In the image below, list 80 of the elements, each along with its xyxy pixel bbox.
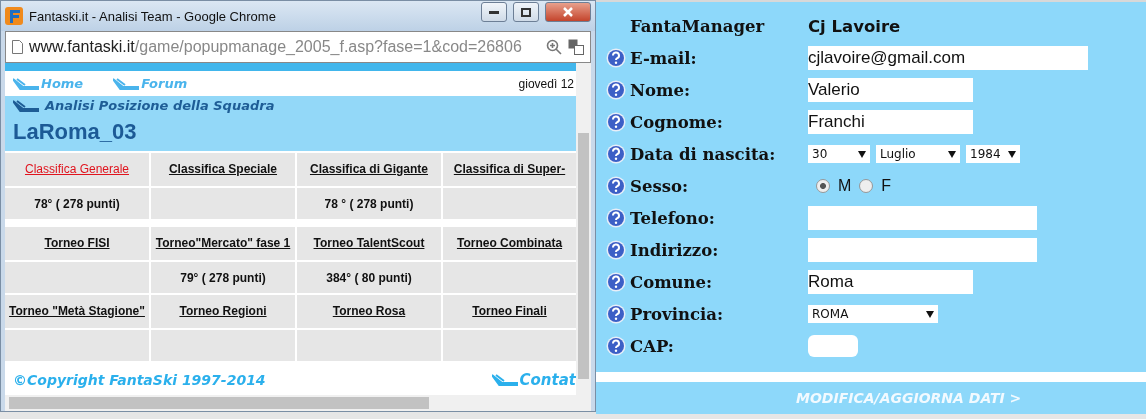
- dropdown[interactable]: Luglio: [876, 145, 960, 163]
- swoosh-icon: [491, 374, 518, 386]
- help-icon[interactable]: [606, 336, 626, 356]
- field-label: CAP:: [630, 336, 675, 356]
- help-icon[interactable]: [606, 208, 626, 228]
- radio-button[interactable]: [816, 179, 830, 193]
- dropdown-caret-icon: [948, 150, 956, 158]
- ranking-link[interactable]: Torneo Regioni: [179, 304, 267, 319]
- help-icon[interactable]: [606, 176, 626, 196]
- zoom-icon[interactable]: [546, 39, 562, 55]
- dropdown[interactable]: ROMA: [808, 305, 938, 323]
- help-icon[interactable]: [606, 272, 626, 292]
- ranking-link[interactable]: Torneo Combinata: [456, 236, 563, 251]
- horizontal-scrollbar[interactable]: [5, 395, 591, 411]
- ranking-value: 78 ° ( 278 punti): [324, 196, 414, 211]
- field-label: Data di nascita:: [630, 144, 777, 164]
- maximize-button[interactable]: [513, 2, 539, 22]
- page-icon: [12, 40, 23, 54]
- ranking-value: 384° ( 80 punti): [326, 270, 412, 285]
- address-bar[interactable]: www.fantaski.it/game/popupmanage_2005_f.asp?fase=1&cod=26806: [5, 31, 591, 63]
- input-field[interactable]: [808, 238, 1037, 262]
- logo-icon: [5, 7, 23, 25]
- team-name: LaRoma_03: [13, 119, 138, 145]
- minimize-button[interactable]: [481, 2, 507, 22]
- help-icon[interactable]: [606, 240, 626, 260]
- email-field[interactable]: cjlavoire@gmail.com: [808, 46, 1088, 70]
- text-field[interactable]: Roma: [808, 270, 973, 294]
- field-label: Sesso:: [630, 176, 690, 196]
- text-field[interactable]: Valerio: [808, 78, 973, 102]
- ranking-link[interactable]: Torneo "Metà Stagione": [9, 304, 145, 319]
- field-label: Provincia:: [630, 304, 725, 324]
- redacted-field: [808, 335, 858, 357]
- field-label: Cognome:: [630, 112, 724, 132]
- translate-icon[interactable]: [568, 39, 584, 55]
- field-label: Indirizzo:: [630, 240, 720, 260]
- date-text: giovedì 12: [518, 76, 574, 91]
- copyright-text: ©Copyright FantaSki 1997-2014: [13, 372, 266, 388]
- help-icon[interactable]: [606, 112, 626, 132]
- ranking-link[interactable]: Torneo Finali: [472, 304, 547, 319]
- field-label: Comune:: [630, 272, 714, 292]
- help-icon[interactable]: [606, 80, 626, 100]
- ranking-link[interactable]: Torneo FISI: [44, 236, 110, 251]
- close-button[interactable]: [545, 2, 591, 22]
- input-field[interactable]: [808, 206, 1037, 230]
- help-icon[interactable]: [606, 48, 626, 68]
- minimize-icon: [489, 10, 499, 14]
- field-label: FantaManager: [630, 16, 766, 36]
- ranking-link[interactable]: Classifica Speciale: [168, 162, 278, 177]
- text-field[interactable]: Franchi: [808, 110, 973, 134]
- dropdown-caret-icon: [858, 150, 866, 158]
- dropdown[interactable]: 30: [808, 145, 870, 163]
- ranking-link[interactable]: Classifica di Super-: [453, 162, 566, 177]
- ranking-link[interactable]: Torneo"Mercato" fase 1: [155, 236, 291, 251]
- maximize-icon: [521, 7, 531, 17]
- field-label: Telefono:: [630, 208, 716, 228]
- radio-label: M: [838, 177, 852, 195]
- ranking-link[interactable]: Torneo Rosa: [332, 304, 406, 319]
- dropdown-caret-icon: [1008, 150, 1016, 158]
- field-label: Nome:: [630, 80, 692, 100]
- field-label: E-mail:: [630, 48, 698, 68]
- radio-label: F: [881, 177, 892, 195]
- vertical-scrollbar[interactable]: [576, 63, 591, 395]
- ranking-link[interactable]: Torneo TalentScout: [313, 236, 425, 251]
- help-icon[interactable]: [606, 304, 626, 324]
- dropdown[interactable]: 1984: [966, 145, 1020, 163]
- swoosh-icon: [113, 77, 140, 90]
- dropdown-caret-icon: [926, 310, 934, 318]
- ranking-link[interactable]: Classifica Generale: [24, 162, 129, 177]
- ranking-link[interactable]: Classifica di Gigante: [309, 162, 428, 177]
- swoosh-icon: [13, 77, 39, 90]
- help-icon[interactable]: [606, 144, 626, 164]
- close-icon: [563, 7, 573, 17]
- window-title: Fantaski.it - Analisi Team - Google Chrome: [29, 8, 277, 24]
- url-text: www.fantaski.it/game/popupmanage_2005_f.asp?fase=1&cod=26806: [29, 38, 523, 56]
- manager-name: Cj Lavoire: [808, 16, 901, 36]
- ranking-value: 79° ( 278 punti): [180, 270, 266, 285]
- swoosh-icon: [13, 99, 39, 112]
- section-title: Analisi Posizione della Squadra: [45, 98, 275, 113]
- radio-button[interactable]: [859, 179, 874, 193]
- ranking-value: 78° ( 278 punti): [34, 196, 120, 211]
